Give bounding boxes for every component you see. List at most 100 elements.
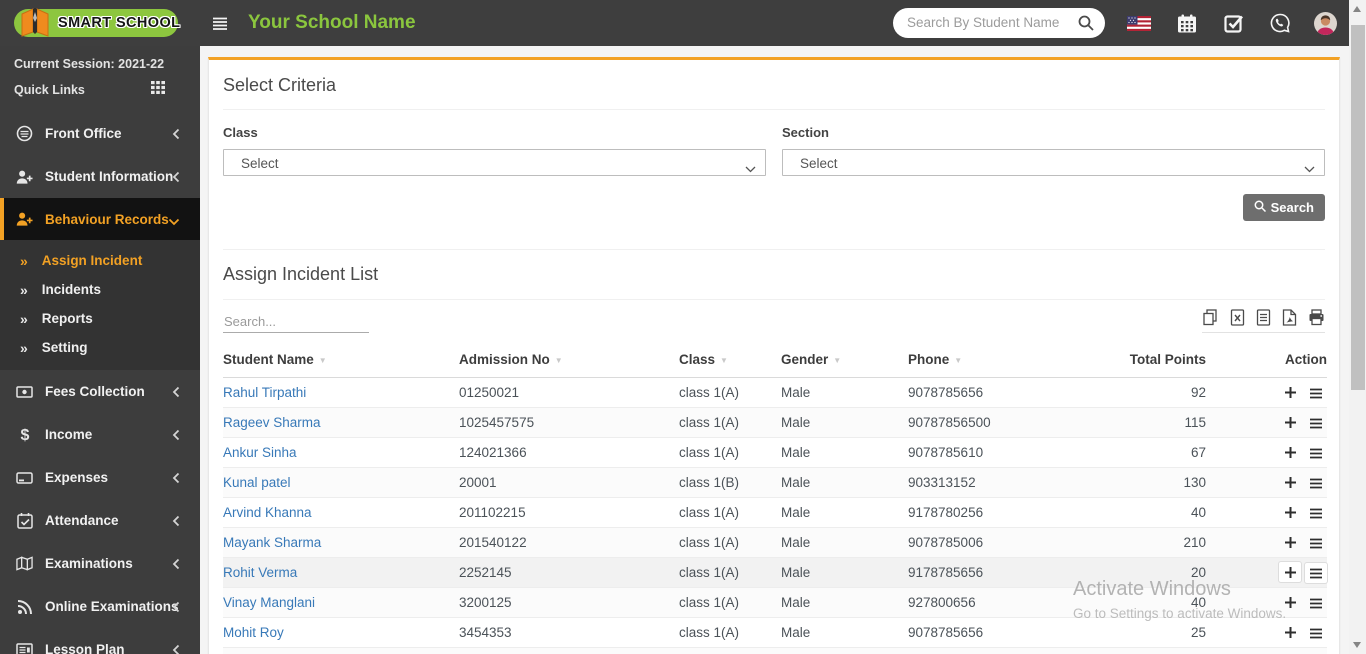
- row-actions-menu-button[interactable]: [1305, 563, 1327, 583]
- add-incident-button[interactable]: [1279, 412, 1301, 432]
- copy-icon[interactable]: [1202, 309, 1219, 326]
- whatsapp-icon[interactable]: [1270, 0, 1290, 46]
- class-cell: class 1(B): [679, 647, 781, 654]
- chevron-left-icon: [172, 514, 180, 532]
- sort-caret-icon: ▼: [318, 356, 327, 365]
- sidebar-item-examinations[interactable]: Examinations: [0, 542, 200, 585]
- excel-icon[interactable]: [1230, 309, 1245, 326]
- sidebar-item-expenses[interactable]: Expenses: [0, 456, 200, 499]
- col-header-action: Action: [1206, 343, 1327, 378]
- sidebar-item-front-office[interactable]: Front Office: [0, 112, 200, 155]
- table-search-input[interactable]: [223, 311, 369, 333]
- search-button[interactable]: Search: [1242, 194, 1325, 221]
- add-incident-button[interactable]: [1279, 532, 1301, 552]
- quick-links[interactable]: Quick Links: [14, 81, 186, 99]
- search-icon[interactable]: [1078, 15, 1094, 36]
- phone-cell: 9178785656: [908, 557, 1058, 588]
- student-name-link[interactable]: Mayank Sharma: [223, 535, 321, 550]
- header-search-input[interactable]: [907, 9, 1071, 36]
- col-header-phone[interactable]: Phone ▼: [908, 343, 1058, 378]
- attendance-icon: [16, 512, 33, 529]
- student-name-link[interactable]: Rohit Verma: [223, 565, 297, 580]
- total-points-cell: 210: [1058, 527, 1206, 558]
- col-header-class[interactable]: Class ▼: [679, 343, 781, 378]
- print-icon[interactable]: [1308, 309, 1325, 326]
- student-name-link[interactable]: Vinay Manglani: [223, 595, 315, 610]
- add-incident-button[interactable]: [1279, 592, 1301, 612]
- csv-icon[interactable]: [1256, 309, 1271, 326]
- phone-cell: 9078785656: [908, 617, 1058, 648]
- quick-links-grid-icon[interactable]: [150, 81, 165, 99]
- section-select[interactable]: Select: [782, 149, 1325, 176]
- admission-no-cell: 2252145: [459, 557, 679, 588]
- pdf-icon[interactable]: [1282, 309, 1297, 326]
- phone-cell: 9254125425: [908, 647, 1058, 654]
- sidebar-item-lesson-plan[interactable]: Lesson Plan: [0, 628, 200, 654]
- chevron-down-icon: [168, 213, 180, 231]
- sidebar-item-attendance[interactable]: Attendance: [0, 499, 200, 542]
- app-logo[interactable]: SMART SCHOOL: [0, 0, 200, 46]
- class-cell: class 1(A): [679, 497, 781, 528]
- sidebar-toggle-icon[interactable]: [212, 17, 228, 35]
- table-row: Mohit Roy 3454353 class 1(A) Male 9078785656…: [223, 617, 1327, 648]
- add-incident-button[interactable]: [1279, 472, 1301, 492]
- language-flag-icon[interactable]: [1127, 0, 1151, 46]
- add-incident-button[interactable]: [1279, 382, 1301, 402]
- col-header-gender[interactable]: Gender ▼: [781, 343, 908, 378]
- action-cell: [1206, 527, 1327, 558]
- calendar-icon[interactable]: [1177, 0, 1197, 46]
- export-toolbar: [1202, 309, 1325, 333]
- add-incident-button[interactable]: [1279, 622, 1301, 642]
- phone-cell: 9178780256: [908, 497, 1058, 528]
- admission-no-cell: 01250021: [459, 377, 679, 408]
- student-name-link[interactable]: Arvind Khanna: [223, 505, 312, 520]
- student-name-link[interactable]: Rahul Tirpathi: [223, 385, 306, 400]
- phone-cell: 9078785006: [908, 527, 1058, 558]
- sidebar-item-online-examinations[interactable]: Online Examinations: [0, 585, 200, 628]
- col-header-total-points[interactable]: Total Points: [1058, 343, 1206, 378]
- row-actions-menu-button[interactable]: [1305, 383, 1327, 403]
- row-actions-menu-button[interactable]: [1305, 443, 1327, 463]
- student-name-link[interactable]: Ankur Sinha: [223, 445, 297, 460]
- gender-cell: Male: [781, 647, 908, 654]
- student-name-link[interactable]: Kunal patel: [223, 475, 291, 490]
- submenu-item-setting[interactable]: » Setting: [0, 333, 200, 362]
- add-incident-button[interactable]: [1279, 442, 1301, 462]
- sidebar-item-behaviour-records[interactable]: Behaviour Records: [0, 198, 200, 240]
- todo-check-icon[interactable]: [1224, 0, 1244, 46]
- sidebar-item-fees-collection[interactable]: Fees Collection: [0, 370, 200, 413]
- section-label: Section: [782, 125, 829, 140]
- submenu-item-assign-incident[interactable]: » Assign Incident: [0, 246, 200, 275]
- row-actions-menu-button[interactable]: [1305, 533, 1327, 553]
- behaviour-records-submenu: » Assign Incident » Incidents » Reports …: [0, 240, 200, 370]
- scroll-up-arrow[interactable]: [1353, 6, 1361, 12]
- sort-caret-icon: ▼: [720, 356, 728, 365]
- main-content: Select Criteria Class Select Section Sel…: [200, 46, 1349, 654]
- add-incident-button[interactable]: [1279, 562, 1301, 582]
- gender-cell: Male: [781, 587, 908, 618]
- gender-cell: Male: [781, 497, 908, 528]
- student-name-link[interactable]: Mohit Roy: [223, 625, 284, 640]
- class-select[interactable]: Select: [223, 149, 766, 176]
- add-incident-button[interactable]: [1279, 502, 1301, 522]
- user-avatar[interactable]: [1314, 0, 1337, 46]
- scrollbar-thumb[interactable]: [1350, 25, 1365, 390]
- col-header-admission-no[interactable]: Admission No ▼: [459, 343, 679, 378]
- scroll-down-arrow[interactable]: [1353, 642, 1361, 648]
- submenu-item-incidents[interactable]: » Incidents: [0, 275, 200, 304]
- sidebar-item-income[interactable]: $ Income: [0, 413, 200, 456]
- col-header-student-name[interactable]: Student Name ▼: [223, 343, 459, 378]
- vertical-scrollbar[interactable]: [1349, 0, 1366, 654]
- submenu-item-reports[interactable]: » Reports: [0, 304, 200, 333]
- content-card: Select Criteria Class Select Section Sel…: [208, 57, 1340, 654]
- row-actions-menu-button[interactable]: [1305, 413, 1327, 433]
- student-name-cell: Rohit Verma: [223, 557, 459, 588]
- row-actions-menu-button[interactable]: [1305, 473, 1327, 493]
- row-actions-menu-button[interactable]: [1305, 593, 1327, 613]
- assign-incident-list-title: Assign Incident List: [223, 264, 379, 284]
- row-actions-menu-button[interactable]: [1305, 623, 1327, 643]
- sort-caret-icon: ▼: [833, 356, 842, 365]
- student-name-link[interactable]: Rageev Sharma: [223, 415, 321, 430]
- sidebar-item-student-information[interactable]: Student Information: [0, 155, 200, 198]
- row-actions-menu-button[interactable]: [1305, 503, 1327, 523]
